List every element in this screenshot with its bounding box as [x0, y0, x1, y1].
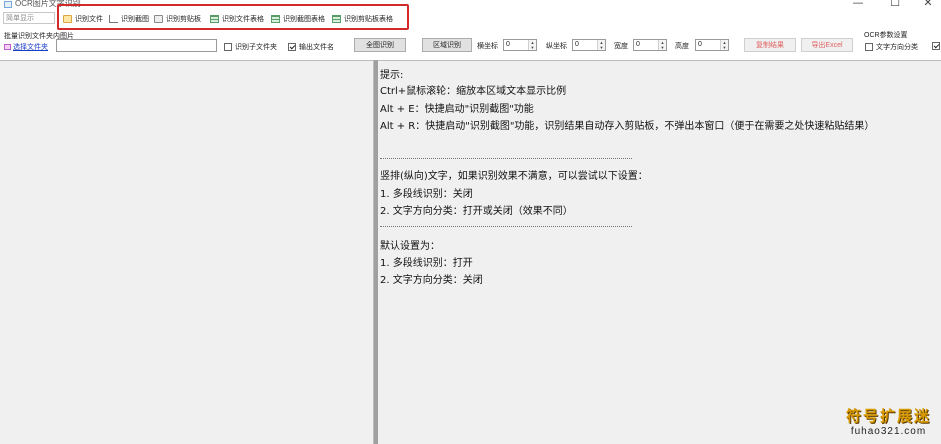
tips-divider	[380, 158, 632, 159]
table-icon	[271, 15, 280, 23]
recognize-file-table-label: 识别文件表格	[222, 16, 264, 23]
ocr-params-title: OCR参数设置	[864, 32, 908, 39]
text-direction-checkbox[interactable]: 文字方向分类	[865, 42, 918, 52]
copy-result-button[interactable]: 复制结果	[744, 38, 796, 52]
y-coordinate-label: 纵坐标	[546, 43, 567, 50]
watermark-text: 符号扩展迷	[846, 407, 932, 425]
close-button[interactable]: ✕	[918, 0, 938, 9]
text-direction-box[interactable]	[865, 43, 873, 51]
export-excel-button[interactable]: 导出Excel	[801, 38, 853, 52]
recognize-screenshot-table-label: 识别截图表格	[283, 16, 325, 23]
image-preview-pane[interactable]	[0, 60, 374, 444]
recognize-file-button[interactable]: 识别文件	[63, 13, 103, 25]
vertical-item-1: 1. 多段线识别：关闭	[380, 189, 473, 200]
recognize-clipboard-button[interactable]: 识别剪贴板	[154, 13, 201, 25]
default-settings-title: 默认设置为：	[380, 241, 440, 252]
result-text-pane[interactable]: 提示: Ctrl+鼠标滚轮：缩放本区域文本显示比例 Alt + E：快捷启动"识…	[378, 60, 941, 444]
app-icon	[4, 1, 12, 8]
height-stepper[interactable]: ▲ ▼	[720, 40, 728, 50]
x-coordinate-label: 横坐标	[477, 43, 498, 50]
tip-line-zoom: Ctrl+鼠标滚轮：缩放本区域文本显示比例	[380, 86, 567, 97]
select-folder-label: 选择文件夹	[13, 44, 48, 51]
site-watermark: 符号扩展迷 fuhao321.com	[846, 405, 931, 437]
x-coordinate-stepper[interactable]: ▲ ▼	[528, 40, 536, 50]
table-icon	[332, 15, 341, 23]
recognize-file-label: 识别文件	[75, 16, 103, 23]
folder-icon	[4, 44, 11, 50]
folder-icon	[63, 15, 72, 23]
width-value: 0	[636, 41, 640, 48]
clipboard-icon	[154, 15, 163, 23]
height-label: 高度	[675, 43, 689, 50]
tip-line-alt-e: Alt + E：快捷启动"识别截图"功能	[380, 104, 534, 115]
x-coordinate-input[interactable]: 0 ▲ ▼	[503, 39, 537, 51]
width-label: 宽度	[614, 43, 628, 50]
text-direction-label: 文字方向分类	[876, 44, 918, 51]
include-subfolders-checkbox[interactable]: 识别子文件夹	[224, 42, 277, 52]
vertical-text-title: 竖排(纵向)文字，如果识别效果不满意，可以尝试以下设置：	[380, 171, 648, 182]
output-filename-box[interactable]	[288, 43, 296, 51]
folder-path-input[interactable]	[56, 39, 217, 52]
minimize-button[interactable]: —	[848, 0, 868, 9]
width-stepper[interactable]: ▲ ▼	[658, 40, 666, 50]
tips-divider	[380, 226, 632, 227]
region-recognize-button[interactable]: 区域识别	[422, 38, 472, 52]
recognize-screenshot-label: 识别截图	[121, 16, 149, 23]
y-coordinate-input[interactable]: 0 ▲ ▼	[572, 39, 606, 51]
recognize-screenshot-table-button[interactable]: 识别截图表格	[271, 13, 325, 25]
y-coordinate-value: 0	[575, 41, 579, 48]
table-icon	[210, 15, 219, 23]
height-input[interactable]: 0 ▲ ▼	[695, 39, 729, 51]
y-coordinate-stepper[interactable]: ▲ ▼	[597, 40, 605, 50]
watermark-url: fuhao321.com	[850, 426, 927, 437]
recognize-clipboard-label: 识别剪贴板	[166, 16, 201, 23]
tips-title: 提示:	[380, 70, 404, 81]
crop-icon	[109, 15, 118, 23]
recognize-clipboard-table-label: 识别剪贴板表格	[344, 16, 393, 23]
vertical-item-2: 2. 文字方向分类：打开或关闭（效果不同）	[380, 206, 573, 217]
output-filename-label: 输出文件名	[299, 44, 334, 51]
default-item-2: 2. 文字方向分类：关闭	[380, 275, 483, 286]
maximize-button[interactable]: ☐	[885, 0, 905, 9]
partial-checkbox[interactable]	[932, 42, 941, 50]
recognize-clipboard-table-button[interactable]: 识别剪贴板表格	[332, 13, 393, 25]
output-filename-checkbox[interactable]: 输出文件名	[288, 42, 334, 52]
simple-display-toggle[interactable]: 简单显示	[3, 12, 55, 24]
x-coordinate-value: 0	[506, 41, 510, 48]
tip-line-alt-r: Alt + R：快捷启动"识别截图"功能，识别结果自动存入剪贴板，不弹出本窗口（…	[380, 121, 875, 132]
select-folder-link[interactable]: 选择文件夹	[4, 42, 48, 52]
width-input[interactable]: 0 ▲ ▼	[633, 39, 667, 51]
default-item-1: 1. 多段线识别：打开	[380, 258, 473, 269]
height-value: 0	[698, 41, 702, 48]
include-subfolders-label: 识别子文件夹	[235, 44, 277, 51]
recognize-file-table-button[interactable]: 识别文件表格	[210, 13, 264, 25]
partial-checkbox-box[interactable]	[932, 42, 940, 50]
include-subfolders-box[interactable]	[224, 43, 232, 51]
full-image-recognize-button[interactable]: 全图识别	[354, 38, 406, 52]
recognize-screenshot-button[interactable]: 识别截图	[109, 13, 149, 25]
